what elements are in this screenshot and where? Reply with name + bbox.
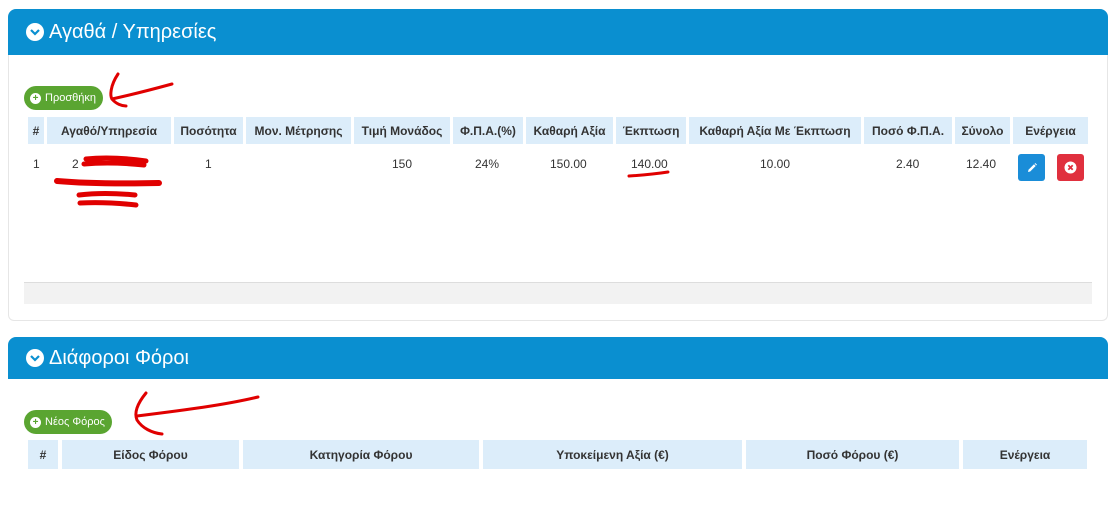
row-quantity: 1 — [205, 157, 212, 171]
tax-col-actions: Ενέργεια — [963, 440, 1087, 469]
goods-panel-header[interactable]: Αγαθά / Υπηρεσίες — [8, 9, 1108, 55]
close-circle-icon — [1064, 161, 1077, 174]
row-index: 1 — [33, 157, 40, 171]
plus-circle-icon: + — [30, 416, 41, 428]
add-item-button[interactable]: + Προσθήκη — [24, 86, 103, 110]
col-unit: Μον. Μέτρησης — [246, 117, 351, 144]
row-discount: 140.00 — [631, 157, 668, 171]
row-net-after-discount: 10.00 — [760, 157, 791, 171]
row-net-value: 150.00 — [550, 157, 587, 171]
pencil-icon — [1027, 162, 1037, 172]
tax-col-tax-amount: Ποσό Φόρου (€) — [746, 440, 959, 469]
tax-col-base-value: Υποκείμενη Αξία (€) — [483, 440, 742, 469]
new-tax-label: Νέος Φόρος — [45, 416, 105, 428]
row-unit-price: 150 — [392, 157, 413, 171]
chevron-down-icon[interactable] — [26, 23, 44, 41]
col-actions: Ενέργεια — [1013, 117, 1088, 144]
row-total: 12.40 — [966, 157, 997, 171]
goods-table-footer — [24, 282, 1092, 304]
col-item: Αγαθό/Υπηρεσία — [47, 117, 171, 144]
col-vat-amount: Ποσό Φ.Π.Α. — [864, 117, 952, 144]
col-vat-percent: Φ.Π.Α.(%) — [453, 117, 523, 144]
tax-col-index: # — [28, 440, 58, 469]
taxes-panel-title: Διάφοροι Φόροι — [49, 346, 189, 369]
tax-col-category: Κατηγορία Φόρου — [243, 440, 479, 469]
row-item: 2 — [72, 157, 79, 171]
edit-button[interactable] — [1018, 154, 1045, 181]
plus-circle-icon: + — [30, 92, 41, 104]
arrow-annotation-new-tax — [135, 395, 260, 418]
col-quantity: Ποσότητα — [174, 117, 243, 144]
col-discount: Έκπτωση — [616, 117, 686, 144]
goods-panel-title: Αγαθά / Υπηρεσίες — [49, 20, 217, 43]
row-vat-percent: 24% — [475, 157, 500, 171]
col-unit-price: Τιμή Μονάδος — [354, 117, 450, 144]
new-tax-button[interactable]: + Νέος Φόρος — [24, 410, 112, 434]
col-net-value: Καθαρή Αξία — [526, 117, 613, 144]
col-total: Σύνολο — [955, 117, 1010, 144]
add-item-label: Προσθήκη — [45, 92, 96, 104]
tax-col-type: Είδος Φόρου — [62, 440, 239, 469]
col-net-after-discount: Καθαρή Αξία Με Έκπτωση — [689, 117, 861, 144]
row-vat-amount: 2.40 — [896, 157, 920, 171]
delete-button[interactable] — [1057, 154, 1084, 181]
taxes-panel-header[interactable]: Διάφοροι Φόροι — [8, 337, 1108, 379]
chevron-down-icon[interactable] — [26, 349, 44, 367]
arrowhead-annotation-new-tax — [134, 391, 164, 436]
col-index: # — [28, 117, 44, 144]
